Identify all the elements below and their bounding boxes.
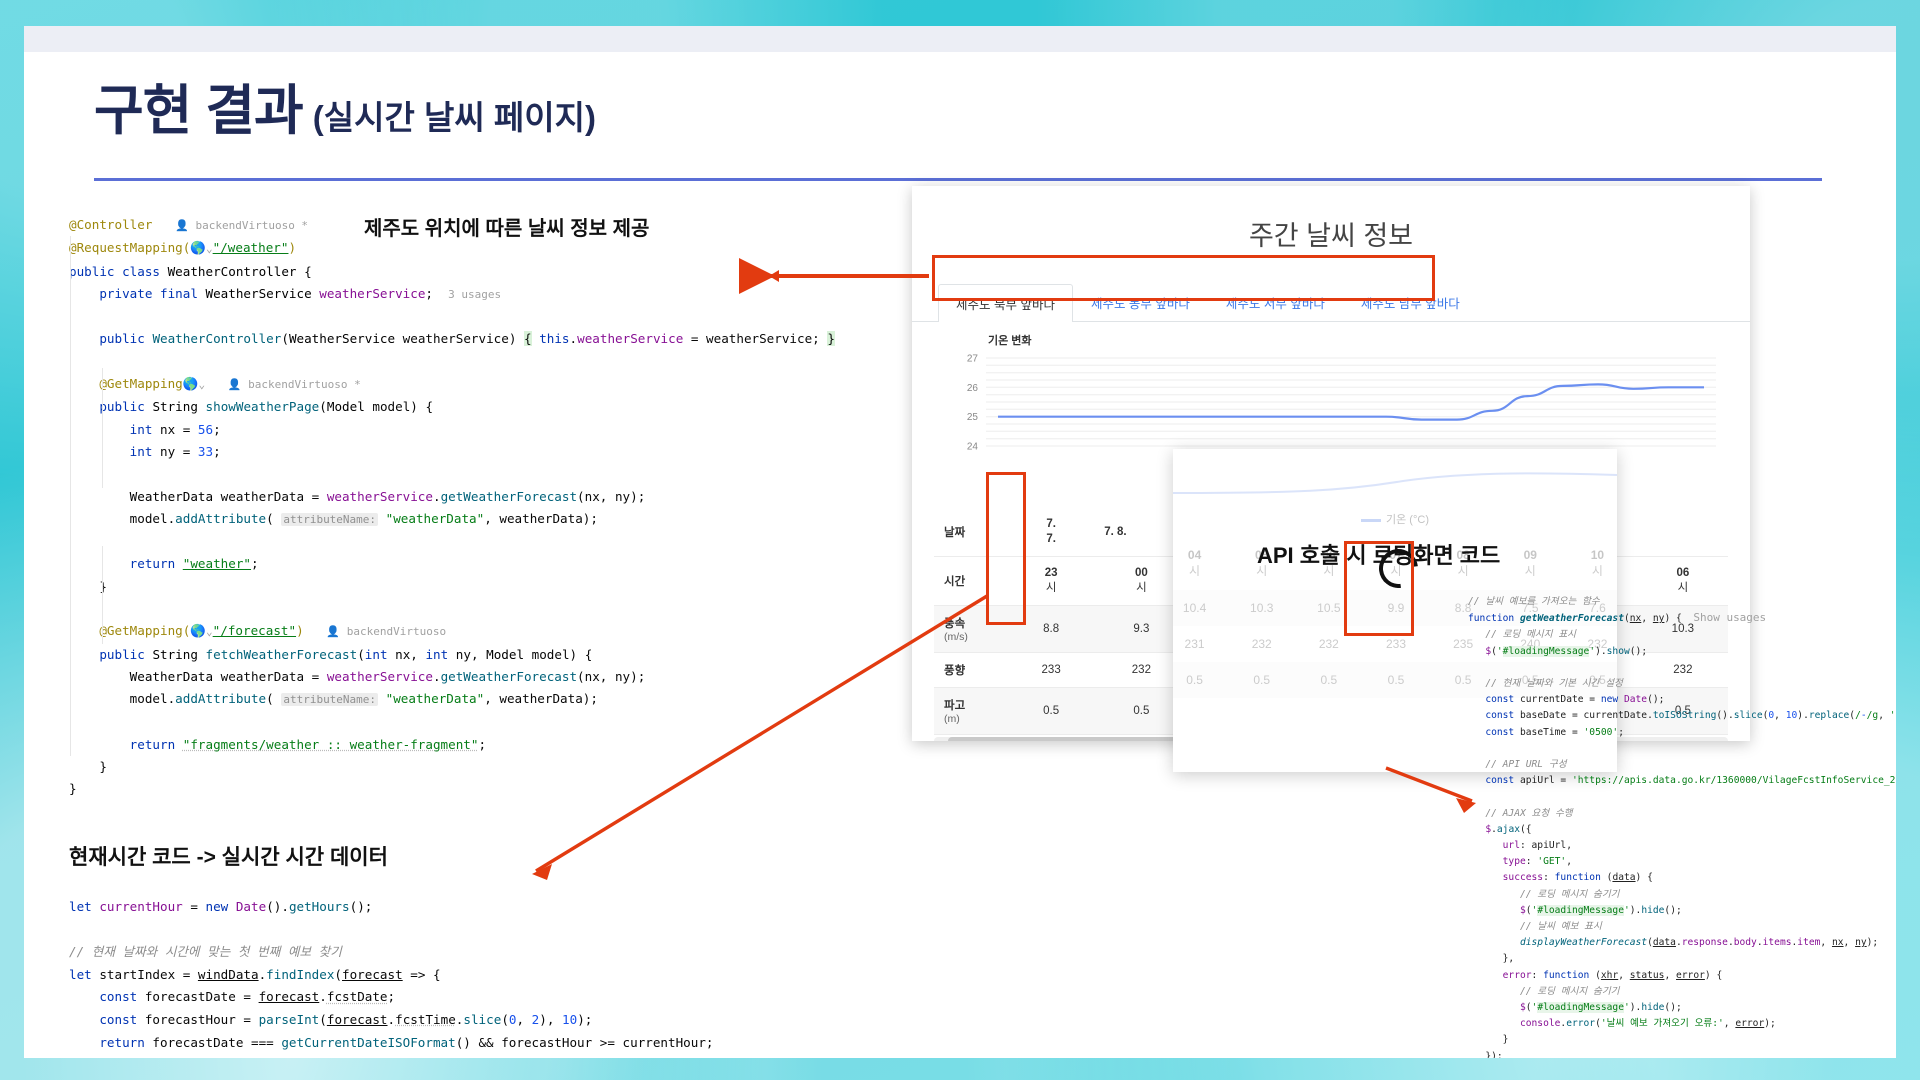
- title-main-text: 구현 결과: [94, 81, 304, 141]
- svg-text:26: 26: [967, 383, 979, 394]
- column-highlight-box: [986, 472, 1026, 625]
- table-row-unit: (m): [944, 713, 960, 725]
- svg-text:27: 27: [967, 354, 979, 365]
- code-block-current-hour: let currentHour = new Date().getHours();…: [69, 899, 714, 1058]
- table-cell-wave-height: 0.5: [1006, 687, 1097, 735]
- chart-gridlines: [986, 357, 1716, 447]
- callout-weather-info: 제주도 위치에 따른 날씨 정보 제공: [364, 218, 650, 240]
- title-sub-text: (실시간 날씨 페이지): [312, 99, 596, 136]
- table-cell-wind-direction: 233: [1006, 652, 1097, 688]
- title-underline-rule: [94, 178, 1822, 181]
- code-guide-line: [102, 368, 103, 488]
- callout-current-time: 현재시간 코드 -> 실시간 시간 데이터: [69, 846, 388, 869]
- faded-table-cell-wind-direction: 232: [1251, 637, 1272, 651]
- callout-api-loading: API 호출 시 로딩화면 코드: [1257, 543, 1501, 568]
- weather-widget-title: 주간 날씨 정보: [1248, 221, 1414, 251]
- table-row-label: 파고 (m): [934, 687, 1006, 735]
- faded-chart-legend: 기온 (°C): [1173, 511, 1617, 527]
- faded-table-cell-wind-direction: 231: [1184, 637, 1205, 651]
- chart-title: 기온 변화: [988, 335, 1032, 347]
- code-block-ajax-loading: // 날씨 예보를 가져오는 함수 function getWeatherFor…: [1468, 596, 1896, 1058]
- table-row-unit: (m/s): [944, 631, 968, 643]
- faded-legend-label: 기온 (°C): [1386, 514, 1429, 526]
- faded-table-cell-hour: 09 시: [1523, 548, 1537, 578]
- presentation-slide: 구현 결과 (실시간 날씨 페이지) @Controller 👤 backend…: [24, 26, 1896, 1058]
- faded-table-cell-hour: 04 시: [1187, 548, 1202, 578]
- code-block-weather-controller: @Controller 👤 backendVirtuoso * @Request…: [69, 217, 835, 797]
- faded-legend-swatch-icon: [1361, 518, 1382, 522]
- chart-y-tick-labels: 24 25 26 27: [967, 354, 979, 453]
- faded-table-cell-wind-speed: 10.3: [1250, 601, 1274, 615]
- code-guide-line: [102, 546, 103, 644]
- code-guide-line: [70, 236, 71, 756]
- slide-top-bar: [24, 26, 1896, 52]
- arrow-to-ajax-code: [1385, 766, 1473, 803]
- svg-text:25: 25: [967, 412, 979, 423]
- faded-table-cell-wave-height: 0.5: [1320, 673, 1338, 687]
- page-title: 구현 결과 (실시간 날씨 페이지): [94, 84, 596, 138]
- tabs-highlight-box: [932, 255, 1435, 301]
- faded-table-cell-wind-speed: 10.4: [1182, 601, 1207, 615]
- svg-text:24: 24: [967, 442, 979, 453]
- faded-table-cell-hour: 10 시: [1590, 548, 1605, 578]
- faded-table-cell-wave-height: 0.5: [1186, 673, 1203, 687]
- faded-table-cell-wave-height: 0.5: [1387, 673, 1405, 687]
- faded-chart-line: [1173, 472, 1617, 494]
- faded-table-cell-wave-height: 0.5: [1253, 673, 1271, 687]
- table-row-label: 풍향: [934, 652, 1006, 688]
